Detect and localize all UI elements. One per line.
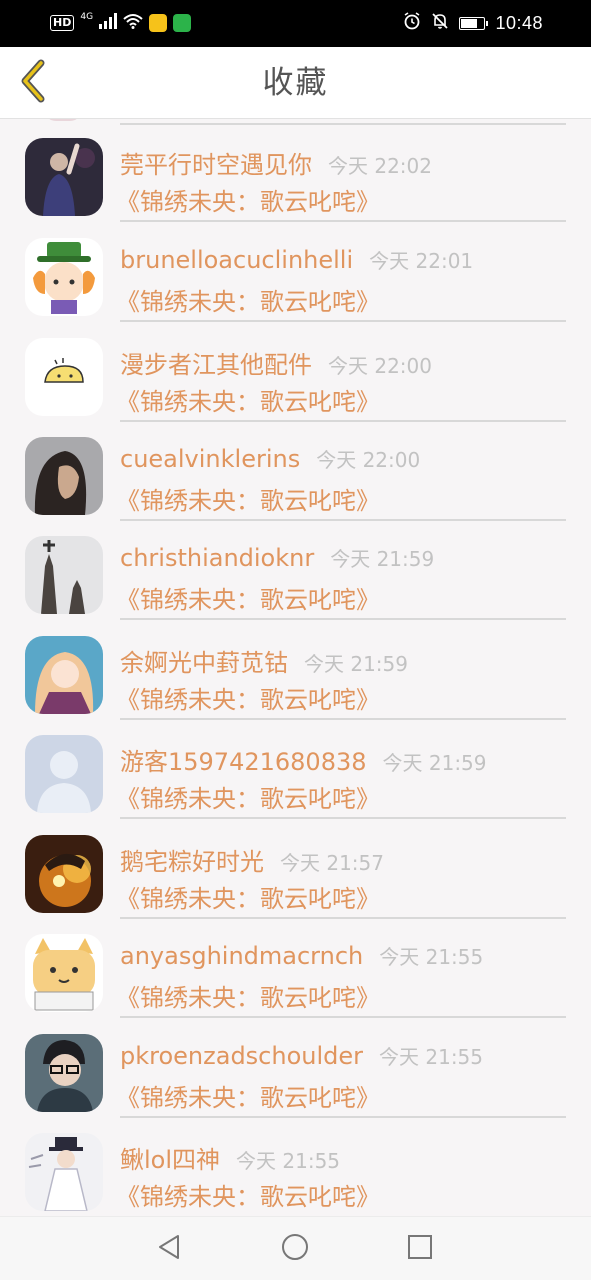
book-title[interactable]: 《锦绣未央：歌云叱咤》 [116, 282, 380, 317]
signal-icon [99, 13, 118, 33]
square-recents-icon [407, 1234, 433, 1264]
avatar [25, 1034, 103, 1112]
list-item[interactable]: 鹅宅粽好时光 今天 21:57 《锦绣未央：歌云叱咤》 [0, 816, 591, 919]
alarm-icon [403, 12, 421, 34]
nav-back-button[interactable] [151, 1231, 187, 1267]
network-type-label: 4G [80, 11, 94, 22]
circle-home-icon [281, 1233, 309, 1265]
system-navigation-bar [0, 1216, 591, 1280]
timestamp: 今天 21:59 [382, 751, 487, 775]
user-name[interactable]: anyasghindmacrnch [120, 942, 363, 970]
timestamp: 今天 21:59 [304, 652, 408, 676]
avatar [25, 437, 103, 515]
user-name[interactable]: 鹅宅粽好时光 [120, 842, 264, 877]
favorites-list[interactable]: 莞平行时空遇见你 今天 22:02 《锦绣未央：歌云叱咤》 brunelloac… [0, 119, 591, 1216]
list-item[interactable]: brunelloacuclinhelli 今天 22:01 《锦绣未央：歌云叱咤… [0, 219, 591, 322]
status-right: 10:48 [403, 10, 543, 36]
list-item[interactable]: 游客1597421680838 今天 21:59 《锦绣未央：歌云叱咤》 [0, 716, 591, 819]
user-name[interactable]: pkroenzadschoulder [120, 1042, 363, 1070]
list-item[interactable]: christhiandioknr 今天 21:59 《锦绣未央：歌云叱咤》 [0, 517, 591, 620]
book-title[interactable]: 《锦绣未央：歌云叱咤》 [116, 879, 380, 914]
timestamp: 今天 21:57 [280, 851, 384, 875]
timestamp: 今天 21:55 [236, 1149, 341, 1173]
avatar [25, 536, 103, 614]
book-title[interactable]: 《锦绣未央：歌云叱咤》 [116, 779, 380, 814]
timestamp: 今天 21:59 [330, 547, 435, 571]
status-bar: HD 4G 10:48 [0, 0, 591, 47]
book-title[interactable]: 《锦绣未央：歌云叱咤》 [116, 382, 380, 417]
avatar [25, 735, 103, 813]
battery-level-fill [461, 18, 478, 28]
mute-bell-icon [431, 12, 449, 34]
clock: 10:48 [495, 12, 543, 33]
list-item[interactable]: pkroenzadschoulder 今天 21:55 《锦绣未央：歌云叱咤》 [0, 1015, 591, 1118]
nav-home-button[interactable] [277, 1231, 313, 1267]
avatar [25, 835, 103, 913]
timestamp: 今天 22:00 [328, 354, 432, 378]
avatar [25, 636, 103, 714]
hd-badge: HD [50, 15, 75, 31]
user-name[interactable]: 漫步者江其他配件 [120, 345, 312, 380]
triangle-back-icon [156, 1233, 182, 1265]
user-name[interactable]: 莞平行时空遇见你 [120, 145, 312, 180]
timestamp: 今天 22:00 [316, 448, 421, 472]
list-item[interactable]: 鳅lol四神 今天 21:55 《锦绣未央：歌云叱咤》 [0, 1114, 591, 1214]
list-item[interactable]: anyasghindmacrnch 今天 21:55 《锦绣未央：歌云叱咤》 [0, 915, 591, 1018]
list-item[interactable]: cuealvinklerins 今天 22:00 《锦绣未央：歌云叱咤》 [0, 418, 591, 521]
user-name[interactable]: christhiandioknr [120, 544, 314, 572]
avatar [25, 238, 103, 316]
battery-icon [459, 16, 489, 30]
user-name[interactable]: brunelloacuclinhelli [120, 246, 353, 274]
nav-recents-button[interactable] [402, 1231, 438, 1267]
notification-app-icon [149, 14, 168, 32]
timestamp: 今天 21:55 [379, 945, 484, 969]
timestamp: 今天 22:02 [328, 154, 432, 178]
avatar [25, 338, 103, 416]
avatar [25, 934, 103, 1012]
user-name[interactable]: 游客1597421680838 [120, 742, 367, 777]
wifi-icon [123, 13, 143, 33]
avatar [25, 138, 103, 216]
user-name[interactable]: 鳅lol四神 [120, 1140, 220, 1175]
timestamp: 今天 21:55 [379, 1045, 484, 1069]
list-item[interactable]: 漫步者江其他配件 今天 22:00 《锦绣未央：歌云叱咤》 [0, 319, 591, 422]
page-title: 收藏 [262, 65, 329, 101]
timestamp: 今天 22:01 [369, 249, 474, 273]
book-title[interactable]: 《锦绣未央：歌云叱咤》 [116, 1078, 380, 1113]
notification-video-app-icon [173, 14, 192, 32]
list-item[interactable]: 余婀光中葑苋钴 今天 21:59 《锦绣未央：歌云叱咤》 [0, 617, 591, 720]
book-title[interactable]: 《锦绣未央：歌云叱咤》 [116, 580, 380, 615]
book-title[interactable]: 《锦绣未央：歌云叱咤》 [116, 182, 380, 217]
title-bar: 收藏 [0, 47, 591, 119]
book-title[interactable]: 《锦绣未央：歌云叱咤》 [116, 1177, 380, 1212]
book-title[interactable]: 《锦绣未央：歌云叱咤》 [116, 978, 380, 1013]
list-item[interactable]: 莞平行时空遇见你 今天 22:02 《锦绣未央：歌云叱咤》 [0, 119, 591, 222]
avatar [25, 1133, 103, 1211]
user-name[interactable]: 余婀光中葑苋钴 [120, 643, 288, 678]
book-title[interactable]: 《锦绣未央：歌云叱咤》 [116, 680, 380, 715]
book-title[interactable]: 《锦绣未央：歌云叱咤》 [116, 481, 380, 516]
user-name[interactable]: cuealvinklerins [120, 445, 300, 473]
status-left: HD 4G [50, 10, 192, 36]
